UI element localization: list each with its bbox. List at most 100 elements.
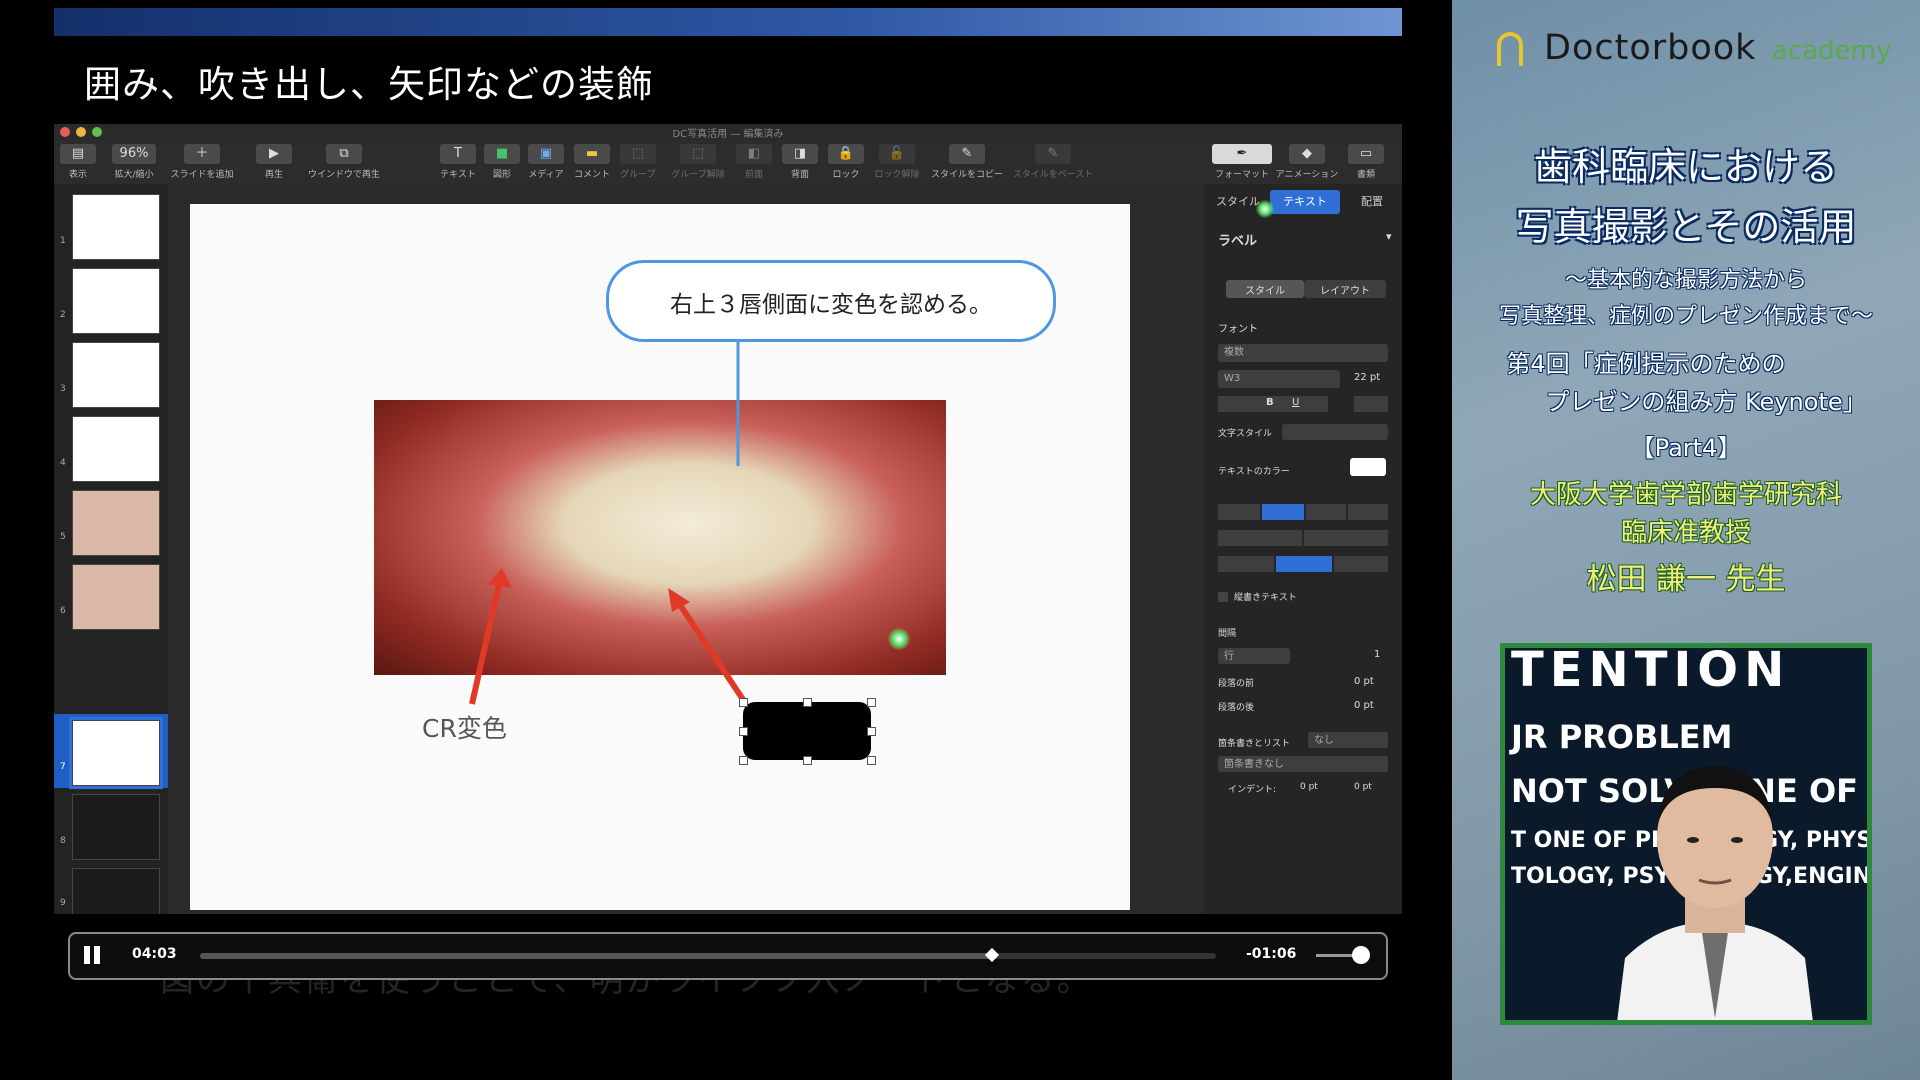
spacing-heading: 間隔	[1218, 629, 1237, 639]
tab-arrange[interactable]: 配置	[1344, 190, 1400, 214]
toolbar-animate-button[interactable]: ◆ アニメーション	[1274, 144, 1340, 182]
arrow-shaft-cr[interactable]	[469, 579, 503, 705]
gear-icon[interactable]	[1354, 396, 1388, 412]
slide-thumbnail-9[interactable]	[72, 868, 160, 914]
indent-field-2[interactable]: 0 pt	[1354, 782, 1372, 792]
resize-handle[interactable]	[739, 698, 748, 707]
slide-canvas[interactable]: 右上３唇側面に変色を認める。 CR変色	[190, 204, 1130, 910]
speaker-name: 松田 謙一 先生	[1586, 562, 1786, 597]
slide-number: 6	[60, 606, 66, 616]
text-color-well[interactable]	[1350, 458, 1386, 476]
bullet-style-select[interactable]: 箇条書きなし	[1218, 756, 1388, 772]
space-after-field[interactable]: 0 pt	[1354, 700, 1374, 711]
indent-decrease-button[interactable]	[1218, 530, 1302, 546]
slide-number: 8	[60, 836, 66, 846]
toolbar-document-button[interactable]: ▭ 書類	[1344, 144, 1388, 182]
episode-line-1: 第4回「症例提示のための	[1506, 350, 1786, 378]
font-family-select[interactable]: 複数	[1218, 344, 1388, 362]
font-heading: フォント	[1218, 324, 1258, 335]
slide-number: 1	[60, 236, 66, 246]
toolbar-copy-style-button[interactable]: ✎ スタイルをコピー	[926, 144, 1008, 182]
toolbar-shape-button[interactable]: ■ 図形	[482, 144, 522, 182]
slide-thumbnail-6[interactable]	[72, 564, 160, 630]
indent-increase-button[interactable]	[1304, 530, 1388, 546]
slide-thumbnail-8[interactable]	[72, 794, 160, 860]
remaining-time: -01:06	[1246, 946, 1297, 962]
toolbar-unlock-button[interactable]: 🔓 ロック解除	[870, 144, 924, 182]
toolbar-comment-button[interactable]: ▬ コメント	[570, 144, 614, 182]
playhead[interactable]	[985, 947, 1000, 963]
resize-handle[interactable]	[803, 698, 812, 707]
pause-icon-bar[interactable]	[94, 946, 100, 964]
slide-thumbnail-2[interactable]	[72, 268, 160, 334]
chevron-down-icon[interactable]: ▾	[1386, 230, 1392, 243]
valign-bottom-button[interactable]	[1334, 556, 1388, 572]
comment-icon: ▬	[574, 144, 610, 164]
valign-middle-button[interactable]	[1276, 556, 1332, 572]
affiliation-line-1: 大阪大学歯学部歯学研究科	[1529, 480, 1842, 510]
slide-navigator: 1 2 3 4 5 6 7 8 9	[54, 184, 168, 914]
char-style-select[interactable]	[1282, 424, 1388, 440]
progress-fill	[200, 953, 993, 959]
toolbar-add-slide-button[interactable]: ＋スライドを追加	[164, 144, 240, 182]
slide-thumbnail-4[interactable]	[72, 416, 160, 482]
subtab-style-label: スタイル	[1245, 286, 1285, 297]
front-icon: ◧	[736, 144, 772, 164]
slide-number: 5	[60, 532, 66, 542]
speech-bubble[interactable]: 右上３唇側面に変色を認める。	[606, 260, 1056, 342]
tab-text[interactable]: テキスト	[1270, 190, 1340, 214]
toolbar-front-button[interactable]: ◧ 前面	[732, 144, 776, 182]
bullets-select[interactable]: なし	[1308, 732, 1388, 748]
toolbar-group-button[interactable]: ⬚ グループ	[616, 144, 660, 182]
vertical-text-checkbox[interactable]	[1218, 592, 1228, 602]
toolbar-view-button[interactable]: ▤ 表示	[58, 144, 98, 182]
paragraph-style-label[interactable]: ラベル	[1218, 230, 1257, 249]
toolbar-lock-button[interactable]: 🔒 ロック	[824, 144, 868, 182]
toolbar-play-button[interactable]: ▶ 再生	[254, 144, 294, 182]
toolbar-format-button[interactable]: ✒ フォーマット	[1212, 144, 1272, 182]
toolbar-text-button[interactable]: T テキスト	[438, 144, 478, 182]
toolbar-zoom-button[interactable]: 96% 拡大/縮小	[104, 144, 164, 182]
indent-field-1[interactable]: 0 pt	[1300, 782, 1318, 792]
play-icon: ▶	[256, 144, 292, 164]
resize-handle[interactable]	[867, 727, 876, 736]
webcam-backdrop-text: TENTION	[1511, 643, 1791, 698]
resize-handle[interactable]	[867, 756, 876, 765]
volume-knob[interactable]	[1352, 946, 1370, 964]
pause-icon[interactable]	[84, 946, 90, 964]
progress-track[interactable]	[200, 953, 1216, 959]
toolbar-ungroup-button[interactable]: ⬚ グループ解除	[666, 144, 730, 182]
font-weight-select[interactable]: W3	[1218, 370, 1340, 388]
toolbar-back-button[interactable]: ◨ 背面	[778, 144, 822, 182]
toolbar-play-window-button[interactable]: ⧉ ウインドウで再生	[304, 144, 384, 182]
toolbar-media-button[interactable]: ▣ メディア	[526, 144, 566, 182]
align-justify-button[interactable]	[1348, 504, 1388, 520]
align-center-button[interactable]	[1262, 504, 1304, 520]
bold-icon[interactable]: B	[1266, 397, 1274, 408]
font-size-field[interactable]: 22 pt	[1354, 372, 1380, 383]
resize-handle[interactable]	[739, 727, 748, 736]
toolbar-paste-style-button[interactable]: ✎ スタイルをペースト	[1010, 144, 1096, 182]
spacing-value-field[interactable]: 1	[1374, 649, 1380, 660]
media-icon: ▣	[528, 144, 564, 164]
cr-label-text[interactable]: CR変色	[422, 709, 507, 745]
course-subtitle-line-1: 〜基本的な撮影方法から	[1564, 268, 1807, 293]
resize-handle[interactable]	[803, 756, 812, 765]
arrow-shaft-black[interactable]	[675, 600, 749, 706]
video-controls: 04:03 -01:06	[68, 932, 1388, 980]
slide-thumbnail-7[interactable]	[69, 717, 163, 789]
selected-text-box[interactable]	[743, 702, 871, 760]
spacing-mode-select[interactable]: 行	[1218, 648, 1290, 664]
space-before-field[interactable]: 0 pt	[1354, 676, 1374, 687]
align-right-button[interactable]	[1306, 504, 1346, 520]
resize-handle[interactable]	[867, 698, 876, 707]
resize-handle[interactable]	[739, 756, 748, 765]
slide-thumbnail-3[interactable]	[72, 342, 160, 408]
shape-icon: ■	[484, 144, 520, 164]
slide-thumbnail-1[interactable]	[72, 194, 160, 260]
valign-top-button[interactable]	[1218, 556, 1274, 572]
slide-thumbnail-5[interactable]	[72, 490, 160, 556]
underline-icon[interactable]: U	[1292, 397, 1299, 408]
group-icon: ⬚	[620, 144, 656, 164]
align-left-button[interactable]	[1218, 504, 1260, 520]
